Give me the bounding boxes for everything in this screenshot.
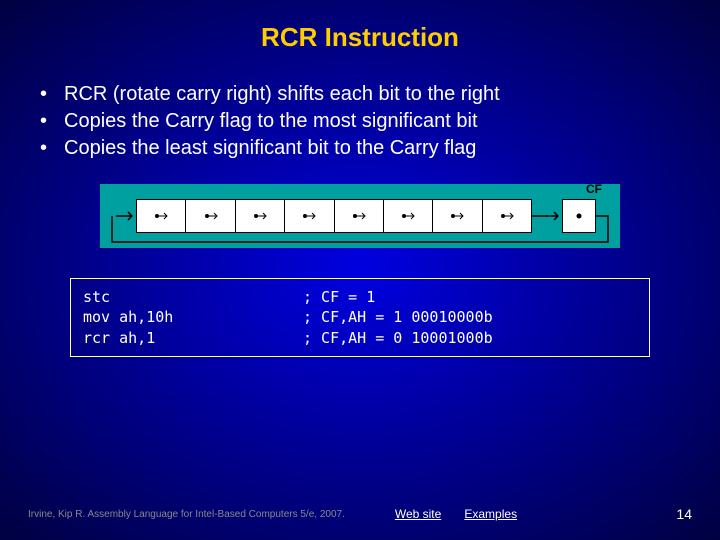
loop-arrow-icon — [110, 196, 136, 236]
bit-cell — [136, 199, 186, 233]
carry-flag-cell — [562, 199, 596, 233]
bullet-text: RCR (rotate carry right) shifts each bit… — [64, 81, 500, 108]
website-link[interactable]: Web site — [395, 507, 441, 521]
bullet-text: Copies the least significant bit to the … — [64, 135, 476, 162]
bullet-dot-icon: • — [40, 81, 64, 108]
examples-link[interactable]: Examples — [464, 507, 517, 521]
rcr-diagram: CF — [100, 184, 620, 248]
code-comment: ; CF,AH = 1 00010000b — [303, 307, 493, 327]
code-line: mov ah,10h ; CF,AH = 1 00010000b — [83, 307, 637, 327]
code-line: stc ; CF = 1 — [83, 287, 637, 307]
code-example: stc ; CF = 1 mov ah,10h ; CF,AH = 1 0001… — [70, 278, 650, 357]
bullet-text: Copies the Carry flag to the most signif… — [64, 108, 478, 135]
slide-title: RCR Instruction — [0, 0, 720, 81]
page-number: 14 — [676, 506, 692, 522]
bit-cell — [186, 199, 235, 233]
code-instruction: rcr ah,1 — [83, 328, 303, 348]
bullet-item: • Copies the least significant bit to th… — [40, 135, 690, 162]
code-comment: ; CF,AH = 0 10001000b — [303, 328, 493, 348]
bit-cell — [384, 199, 433, 233]
bullet-list: • RCR (rotate carry right) shifts each b… — [0, 81, 720, 162]
code-instruction: stc — [83, 287, 303, 307]
citation-text: Irvine, Kip R. Assembly Language for Int… — [28, 509, 345, 520]
arrow-to-cf-icon — [532, 199, 562, 233]
bullet-item: • Copies the Carry flag to the most sign… — [40, 108, 690, 135]
carry-flag-label: CF — [586, 182, 602, 196]
bit-cell — [335, 199, 384, 233]
bit-cell — [285, 199, 334, 233]
bit-cell — [433, 199, 482, 233]
code-comment: ; CF = 1 — [303, 287, 375, 307]
footer: Irvine, Kip R. Assembly Language for Int… — [0, 506, 720, 522]
bit-cell — [483, 199, 532, 233]
bit-cell — [236, 199, 285, 233]
bullet-item: • RCR (rotate carry right) shifts each b… — [40, 81, 690, 108]
code-line: rcr ah,1 ; CF,AH = 0 10001000b — [83, 328, 637, 348]
bullet-dot-icon: • — [40, 135, 64, 162]
code-instruction: mov ah,10h — [83, 307, 303, 327]
bullet-dot-icon: • — [40, 108, 64, 135]
